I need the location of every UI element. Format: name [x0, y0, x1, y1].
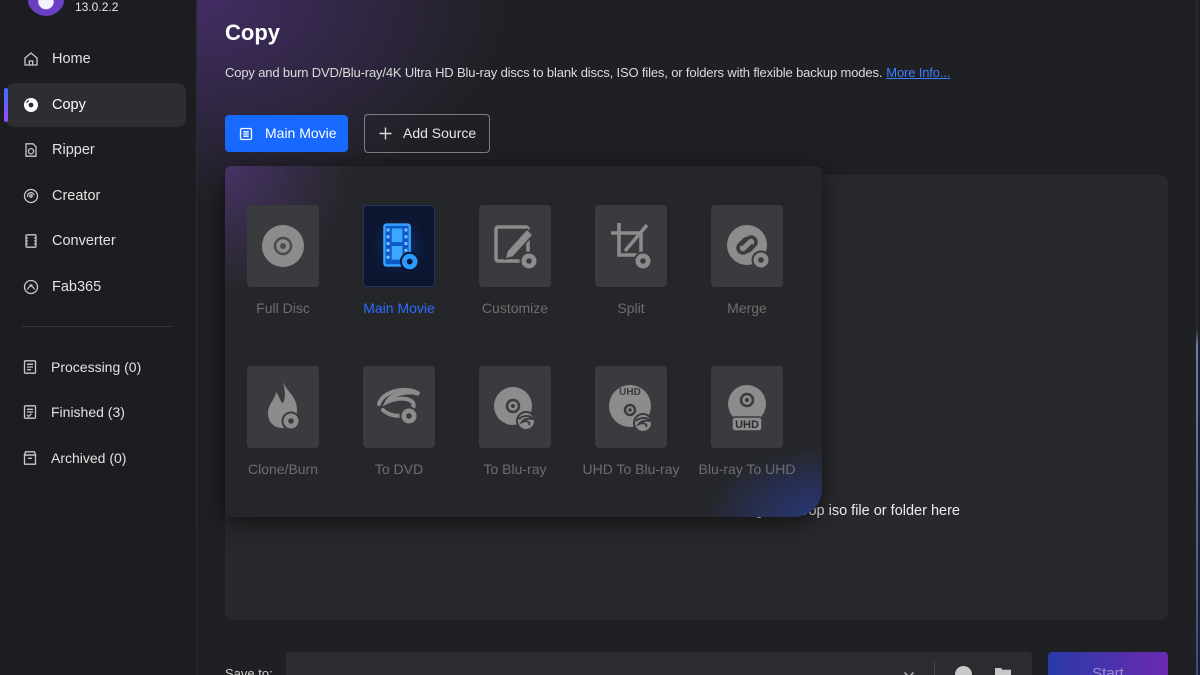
main-movie-film-icon [369, 213, 429, 279]
creator-icon [23, 188, 39, 204]
mode-tile[interactable] [595, 205, 667, 287]
mode-button-label: Main Movie [265, 125, 337, 141]
mode-bluray-to-uhd[interactable]: UHD Blu-ray To UHD [699, 366, 796, 478]
sidebar-item-label: Copy [52, 97, 86, 113]
sidebar-item-label: Converter [52, 233, 116, 249]
mode-tile[interactable]: UHD [595, 366, 667, 448]
converter-icon [25, 234, 37, 248]
split-icon [611, 223, 653, 271]
copy-mode-menu: Full Disc Main Movie Customize Split Mer… [225, 166, 822, 517]
finished-icon [23, 405, 37, 419]
main-movie-mode-button[interactable]: Main Movie [225, 115, 348, 152]
mode-label: Full Disc [256, 300, 310, 316]
mode-label: UHD To Blu-ray [582, 461, 680, 477]
add-source-button[interactable]: Add Source [364, 114, 490, 153]
archive-icon [23, 451, 37, 465]
uhd-to-bluray-icon: UHD [609, 385, 653, 433]
mode-merge[interactable]: Merge [711, 205, 783, 317]
to-bluray-icon [494, 387, 536, 431]
mode-tile[interactable] [363, 366, 435, 448]
home-icon [24, 52, 38, 66]
mode-label: Main Movie [363, 300, 435, 316]
iso-disc-icon[interactable] [955, 666, 972, 675]
mode-main-movie[interactable]: Main Movie [363, 205, 435, 317]
output-bar: Save to: Start [197, 640, 1200, 675]
add-source-label: Add Source [403, 125, 477, 141]
sidebar-item-converter[interactable]: Converter [6, 219, 186, 263]
app-version: 13.0.2.2 [75, 0, 119, 14]
mode-label: Customize [481, 300, 549, 316]
sidebar-item-processing[interactable]: Processing (0) [6, 349, 186, 385]
mode-to-bluray[interactable]: To Blu-ray [479, 366, 551, 478]
sidebar-item-finished[interactable]: Finished (3) [6, 394, 186, 430]
mode-grid: Full Disc Main Movie Customize Split Mer… [247, 205, 796, 478]
queue-label: Finished (3) [51, 404, 125, 420]
queue-label: Processing (0) [51, 359, 142, 375]
mode-label: To Blu-ray [483, 461, 547, 477]
uhd-badge-text: UHD [735, 419, 759, 431]
sidebar-item-fab365[interactable]: Fab365 [6, 265, 186, 309]
mode-label: To DVD [374, 461, 424, 477]
mode-label: Merge [727, 300, 767, 316]
mode-tile[interactable] [247, 205, 319, 287]
sidebar: 13.0.2.2 Home Copy Ripper Creator Conver… [0, 0, 197, 675]
page-description: Copy and burn DVD/Blu-ray/4K Ultra HD Bl… [225, 64, 950, 82]
bluray-to-uhd-icon: UHD [728, 385, 766, 432]
start-button[interactable]: Start [1048, 652, 1168, 675]
mode-split[interactable]: Split [595, 205, 667, 317]
mode-label: Blu-ray To UHD [698, 461, 796, 477]
chevron-down-icon[interactable] [903, 671, 915, 675]
selected-indicator [4, 88, 8, 122]
full-disc-icon [262, 225, 304, 267]
window-edge [1196, 0, 1198, 675]
mode-clone-burn[interactable]: Clone/Burn [247, 366, 319, 478]
mode-uhd-to-bluray[interactable]: UHD UHD To Blu-ray [583, 366, 680, 478]
mode-tile[interactable] [247, 366, 319, 448]
save-to-label: Save to: [225, 666, 273, 675]
mode-tile[interactable] [363, 205, 435, 287]
page-title: Copy [225, 20, 280, 45]
sidebar-item-label: Fab365 [52, 279, 102, 295]
sidebar-item-home[interactable]: Home [6, 37, 186, 81]
start-button-label: Start [1092, 665, 1124, 675]
mode-label: Split [617, 300, 645, 316]
save-to-field[interactable] [286, 652, 1032, 675]
mode-customize[interactable]: Customize [479, 205, 551, 317]
processing-icon [23, 360, 37, 374]
fab365-icon [23, 279, 39, 295]
sidebar-item-copy[interactable]: Copy [4, 83, 186, 127]
folder-icon[interactable] [994, 666, 1012, 675]
sidebar-item-ripper[interactable]: Ripper [6, 128, 186, 172]
sidebar-item-label: Ripper [52, 142, 95, 158]
ripper-icon [25, 143, 37, 157]
merge-icon [727, 225, 771, 270]
app-logo[interactable] [27, 0, 65, 16]
mode-label: Clone/Burn [247, 461, 319, 477]
sidebar-divider [22, 326, 172, 327]
queue-label: Archived (0) [51, 450, 127, 466]
copy-disc-icon [24, 98, 38, 112]
mode-tile[interactable] [479, 205, 551, 287]
plus-icon [379, 127, 392, 140]
mode-to-dvd[interactable]: To DVD [363, 366, 435, 478]
mode-tile[interactable] [479, 366, 551, 448]
to-dvd-icon [377, 387, 421, 426]
field-divider [934, 662, 935, 675]
sidebar-item-archived[interactable]: Archived (0) [6, 440, 186, 476]
main-movie-icon [239, 127, 253, 141]
description-text: Copy and burn DVD/Blu-ray/4K Ultra HD Bl… [225, 65, 883, 80]
clone-burn-icon [268, 382, 301, 431]
mode-tile[interactable] [711, 205, 783, 287]
uhd-badge-text: UHD [619, 387, 641, 398]
customize-icon [494, 225, 539, 271]
mode-tile[interactable]: UHD [711, 366, 783, 448]
sidebar-item-label: Creator [52, 188, 101, 204]
sidebar-item-label: Home [52, 51, 91, 67]
more-info-link[interactable]: More Info... [886, 65, 950, 80]
mode-full-disc[interactable]: Full Disc [247, 205, 319, 317]
sidebar-item-creator[interactable]: Creator [6, 174, 186, 218]
